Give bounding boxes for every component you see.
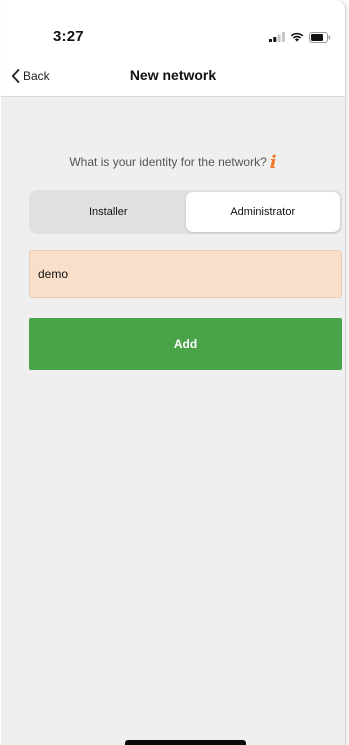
segment-installer[interactable]: Installer (31, 192, 186, 232)
home-indicator (125, 740, 246, 745)
network-name-input[interactable] (29, 250, 342, 298)
info-icon[interactable]: i (270, 152, 277, 173)
identity-segmented-control: Installer Administrator (29, 190, 342, 234)
navigation-bar: Back New network (1, 58, 345, 97)
status-icons (269, 31, 331, 43)
phone-screen: 3:27 Back New network What is your ident… (1, 0, 346, 745)
signal-icon (269, 32, 285, 42)
add-button[interactable]: Add (29, 318, 342, 370)
identity-question-text: What is your identity for the network? (69, 155, 267, 169)
wifi-icon (290, 32, 304, 42)
status-bar: 3:27 (1, 0, 345, 58)
identity-question: What is your identity for the network? i (1, 152, 345, 173)
page-title: New network (129, 67, 217, 83)
battery-icon (309, 31, 331, 43)
status-time: 3:27 (53, 28, 84, 45)
segment-administrator[interactable]: Administrator (185, 192, 340, 232)
